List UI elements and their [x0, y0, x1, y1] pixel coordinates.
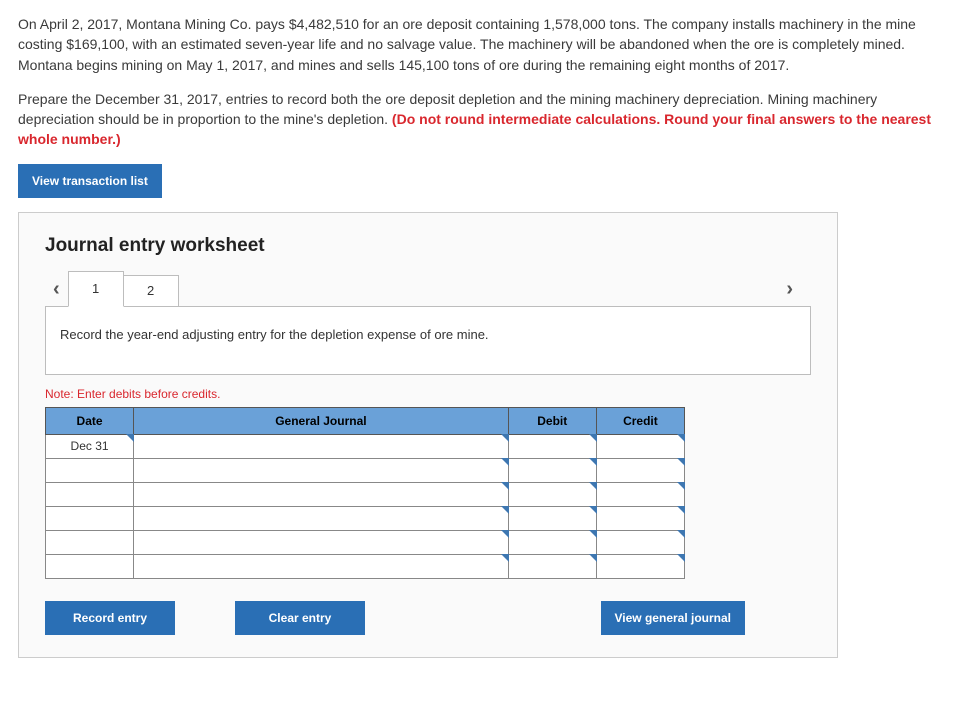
problem-statement: On April 2, 2017, Montana Mining Co. pay… — [18, 14, 941, 150]
cell-debit[interactable] — [508, 434, 596, 458]
cell-debit[interactable] — [508, 554, 596, 578]
view-general-journal-button[interactable]: View general journal — [601, 601, 745, 635]
cell-account[interactable] — [134, 458, 509, 482]
cell-account[interactable] — [134, 434, 509, 458]
view-transaction-list-button[interactable]: View transaction list — [18, 164, 162, 198]
cell-credit[interactable] — [596, 530, 684, 554]
tab-1[interactable]: 1 — [68, 271, 124, 307]
table-row — [46, 530, 685, 554]
cell-date[interactable] — [46, 506, 134, 530]
cell-date[interactable] — [46, 482, 134, 506]
header-credit: Credit — [596, 407, 684, 434]
cell-account[interactable] — [134, 554, 509, 578]
table-row — [46, 554, 685, 578]
cell-date[interactable] — [46, 530, 134, 554]
chevron-left-icon[interactable]: ‹ — [45, 272, 68, 307]
chevron-right-icon[interactable]: › — [778, 272, 801, 307]
journal-entry-table: Date General Journal Debit Credit Dec 31 — [45, 407, 685, 579]
cell-credit[interactable] — [596, 482, 684, 506]
cell-debit[interactable] — [508, 458, 596, 482]
action-buttons: Record entry Clear entry View general jo… — [45, 601, 745, 635]
cell-credit[interactable] — [596, 506, 684, 530]
cell-debit[interactable] — [508, 482, 596, 506]
cell-date[interactable] — [46, 554, 134, 578]
tab-row: ‹ 1 2 › — [45, 271, 811, 307]
cell-credit[interactable] — [596, 434, 684, 458]
cell-credit[interactable] — [596, 554, 684, 578]
tab-2[interactable]: 2 — [123, 275, 179, 307]
clear-entry-button[interactable]: Clear entry — [235, 601, 365, 635]
table-row — [46, 482, 685, 506]
cell-date[interactable] — [46, 458, 134, 482]
cell-account[interactable] — [134, 506, 509, 530]
problem-para-2: Prepare the December 31, 2017, entries t… — [18, 89, 941, 150]
header-general-journal: General Journal — [134, 407, 509, 434]
cell-account[interactable] — [134, 482, 509, 506]
cell-account[interactable] — [134, 530, 509, 554]
table-row — [46, 506, 685, 530]
table-row: Dec 31 — [46, 434, 685, 458]
cell-debit[interactable] — [508, 506, 596, 530]
header-date: Date — [46, 407, 134, 434]
cell-debit[interactable] — [508, 530, 596, 554]
record-entry-button[interactable]: Record entry — [45, 601, 175, 635]
debits-before-credits-note: Note: Enter debits before credits. — [45, 387, 811, 401]
entry-instruction: Record the year-end adjusting entry for … — [45, 306, 811, 375]
journal-entry-worksheet: Journal entry worksheet ‹ 1 2 › Record t… — [18, 212, 838, 658]
cell-date[interactable]: Dec 31 — [46, 434, 134, 458]
worksheet-title: Journal entry worksheet — [45, 235, 811, 257]
problem-para-1: On April 2, 2017, Montana Mining Co. pay… — [18, 14, 941, 75]
header-debit: Debit — [508, 407, 596, 434]
table-row — [46, 458, 685, 482]
cell-credit[interactable] — [596, 458, 684, 482]
